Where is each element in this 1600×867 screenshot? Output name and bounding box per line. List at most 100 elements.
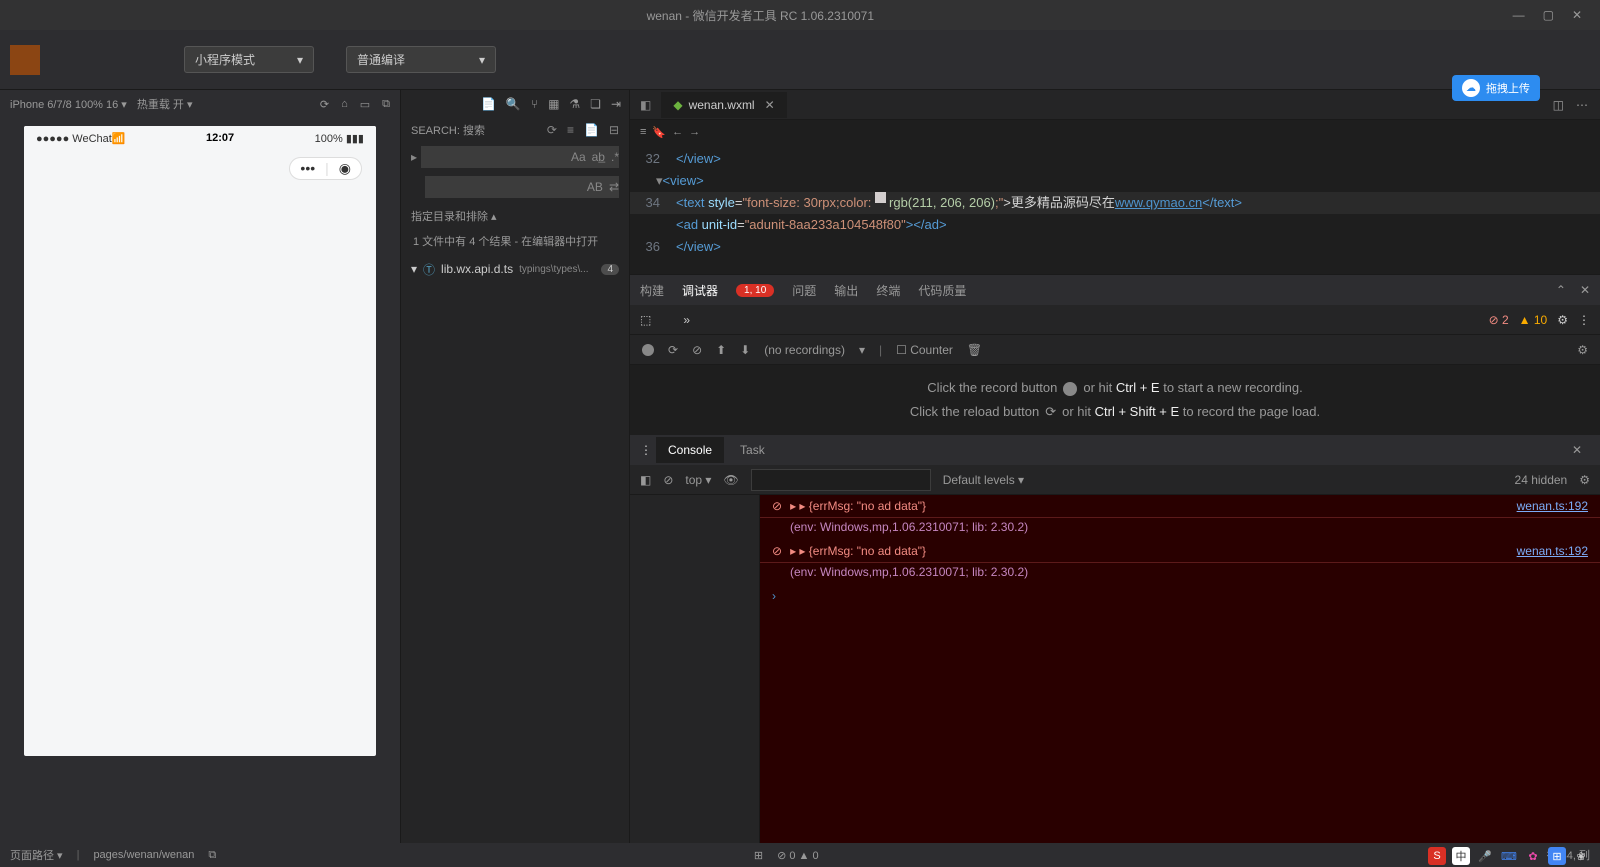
sogou-icon[interactable]: S (1428, 847, 1446, 865)
more-tabs-icon[interactable]: » (683, 313, 690, 327)
target-icon[interactable]: ◉ (339, 160, 351, 177)
tab-output[interactable]: 输出 (834, 282, 858, 299)
chevron-right-icon[interactable]: ▸ (411, 150, 417, 164)
tab-console[interactable]: Console (656, 437, 724, 463)
explorer-icon[interactable]: ◧ (630, 98, 661, 112)
console-sidebar (630, 495, 760, 843)
record-icon[interactable] (642, 344, 654, 356)
collapse-all-icon[interactable]: ⊟ (609, 123, 619, 137)
grid-icon[interactable]: ▦ (548, 97, 559, 111)
word-icon[interactable]: ab̲ (592, 150, 605, 164)
console-toolbar: ◧ ⊘ top ▾ 👁 Default levels ▾ 24 hidden ⚙ (630, 465, 1600, 495)
preserve-case-icon[interactable]: AB (587, 180, 603, 194)
more-icon[interactable]: ••• (300, 160, 315, 176)
popout-icon[interactable]: ⧉ (382, 98, 390, 111)
console-log[interactable]: ⊘▸ ▸ {errMsg: "no ad data"}wenan.ts:192 … (760, 495, 1600, 843)
window-controls: — ▢ ✕ (1513, 8, 1592, 22)
console-drawer-tabs: ⋮ Console Task ✕ (630, 435, 1600, 465)
context-select[interactable]: top ▾ (685, 473, 711, 487)
case-icon[interactable]: Aa (571, 150, 586, 164)
list-icon[interactable]: ≡ (640, 126, 646, 138)
search-label: SEARCH: 搜索 (411, 122, 485, 138)
minimize-icon[interactable]: — (1513, 8, 1525, 22)
upload-badge[interactable]: ☁拖拽上传 (1452, 75, 1540, 101)
capsule-button[interactable]: ••• | ◉ (289, 157, 362, 180)
clear-console-icon[interactable]: ⊘ (663, 473, 673, 487)
regex-icon[interactable]: .* (611, 150, 619, 164)
close-drawer-icon[interactable]: ✕ (1564, 443, 1590, 457)
new-file-icon[interactable]: 📄 (584, 123, 599, 137)
title-bar: wenan - 微信开发者工具 RC 1.06.2310071 — ▢ ✕ (0, 0, 1600, 30)
kebab-icon[interactable]: ⋮ (640, 443, 652, 457)
breadcrumbs[interactable]: ≡ 🔖 ← → (630, 120, 1600, 144)
inspect-icon[interactable]: ⬚ (640, 313, 651, 327)
tab-build[interactable]: 构建 (640, 282, 664, 299)
reload-icon[interactable]: ⟳ (668, 343, 678, 357)
cloud-icon: ☁ (1462, 79, 1480, 97)
tab-problems[interactable]: 问题 (792, 282, 816, 299)
chevron-up-icon[interactable]: ⌃ (1556, 283, 1566, 297)
close-panel-icon[interactable]: ✕ (1580, 283, 1590, 297)
compile-select[interactable]: 普通编译▾ (346, 46, 496, 73)
scene-icon[interactable]: ⊞ (754, 849, 763, 862)
tab-debugger[interactable]: 调试器 (682, 282, 718, 299)
more-icon[interactable]: ⋯ (1576, 98, 1588, 112)
tab-task[interactable]: Task (728, 437, 777, 463)
gear-icon[interactable]: ⚙ (1579, 473, 1590, 487)
performance-toolbar: ⟳ ⊘ ⬆ ⬇ (no recordings)▾ | ☐ Counter 🗑 ⚙ (630, 335, 1600, 365)
maximize-icon[interactable]: ▢ (1543, 8, 1554, 22)
copy-icon[interactable]: ⧉ (208, 849, 216, 862)
levels-select[interactable]: Default levels ▾ (943, 473, 1024, 487)
download-icon[interactable]: ⬇ (740, 343, 750, 357)
tab-terminal[interactable]: 终端 (876, 282, 900, 299)
kebab-icon[interactable]: ⋮ (1578, 313, 1590, 327)
search-pane: 📄 🔍 ⑂ ▦ ⚗ ❏ ⇥ SEARCH: 搜索 ⟳ ≡ 📄 ⊟ ▸ Aa ab̲… (400, 90, 630, 843)
code-editor[interactable]: 32</view> ▾<view> 34<text style="font-si… (630, 144, 1600, 274)
status-path[interactable]: pages/wenan/wenan (93, 849, 194, 861)
window-title: wenan - 微信开发者工具 RC 1.06.2310071 (8, 7, 1513, 24)
devtools-top-tabs: 构建 调试器 1, 10 问题 输出 终端 代码质量 ⌃ ✕ (630, 275, 1600, 305)
avatar[interactable] (10, 45, 40, 75)
close-icon[interactable]: ✕ (1572, 8, 1582, 22)
gear-icon[interactable]: ⚙ (1557, 313, 1568, 327)
status-errors[interactable]: ⊘ 0 ▲ 0 (777, 849, 819, 862)
rotate-icon[interactable]: ▭ (360, 98, 370, 111)
tab-quality[interactable]: 代码质量 (918, 282, 966, 299)
beaker-icon[interactable]: ⚗ (569, 97, 580, 111)
refresh-icon[interactable]: ⟳ (320, 98, 329, 111)
search-icon[interactable]: 🔍 (506, 97, 521, 111)
mode-select[interactable]: 小程序模式▾ (184, 46, 314, 73)
clear-search-icon[interactable]: ≡ (567, 123, 574, 137)
back-icon[interactable]: ← (672, 126, 683, 138)
layers-icon[interactable]: ❏ (590, 97, 601, 111)
replace-all-icon[interactable]: ⇄ (609, 180, 619, 194)
phone-frame: ●●●●● WeChat📶 12:07 100% ▮▮▮ ••• | ◉ (24, 126, 376, 756)
trash-icon[interactable]: 🗑 (967, 343, 982, 357)
eye-icon[interactable]: 👁 (723, 473, 738, 487)
upload-icon[interactable]: ⬆ (716, 343, 726, 357)
devtools-sub-tabs: ⬚ » ⊘ 2 ▲ 10 ⚙ ⋮ (630, 305, 1600, 335)
home-icon[interactable]: ⌂ (341, 98, 348, 111)
close-tab-icon[interactable]: ✕ (765, 98, 775, 112)
branch-icon[interactable]: ⑂ (531, 97, 538, 111)
gear-icon[interactable]: ⚙ (1577, 343, 1588, 357)
collapse-icon[interactable]: ⇥ (611, 97, 621, 111)
device-select[interactable]: iPhone 6/7/8 100% 16 ▾ (10, 98, 127, 111)
refresh-search-icon[interactable]: ⟳ (547, 123, 557, 137)
hot-reload-toggle[interactable]: 热重载 开 ▾ (137, 96, 193, 112)
forward-icon[interactable]: → (689, 126, 700, 138)
bookmark-icon[interactable]: 🔖 (652, 126, 666, 139)
file-icon[interactable]: 📄 (481, 97, 496, 111)
search-file[interactable]: ▾ Ⓣ lib.wx.api.d.ts typings\types\... 4 (401, 257, 629, 282)
split-icon[interactable]: ◫ (1553, 98, 1564, 112)
ime-bar: S 中 🎤 ⌨ ✿ ⊞ ❀ (1428, 847, 1590, 865)
hidden-count[interactable]: 24 hidden (1515, 473, 1568, 487)
sidebar-icon[interactable]: ◧ (640, 473, 651, 487)
clear-icon[interactable]: ⊘ (692, 343, 702, 357)
filter-input[interactable] (751, 469, 931, 491)
performance-empty: Click the record buttonor hit Ctrl + E t… (630, 365, 1600, 435)
status-path-label[interactable]: 页面路径 ▾ (10, 847, 63, 863)
editor-tab[interactable]: ◆ wenan.wxml ✕ (661, 92, 786, 118)
simulator-pane: iPhone 6/7/8 100% 16 ▾ 热重载 开 ▾ ⟳ ⌂ ▭ ⧉ ●… (0, 90, 400, 843)
filter-toggle[interactable]: 指定目录和排除 ▴ (411, 208, 497, 224)
